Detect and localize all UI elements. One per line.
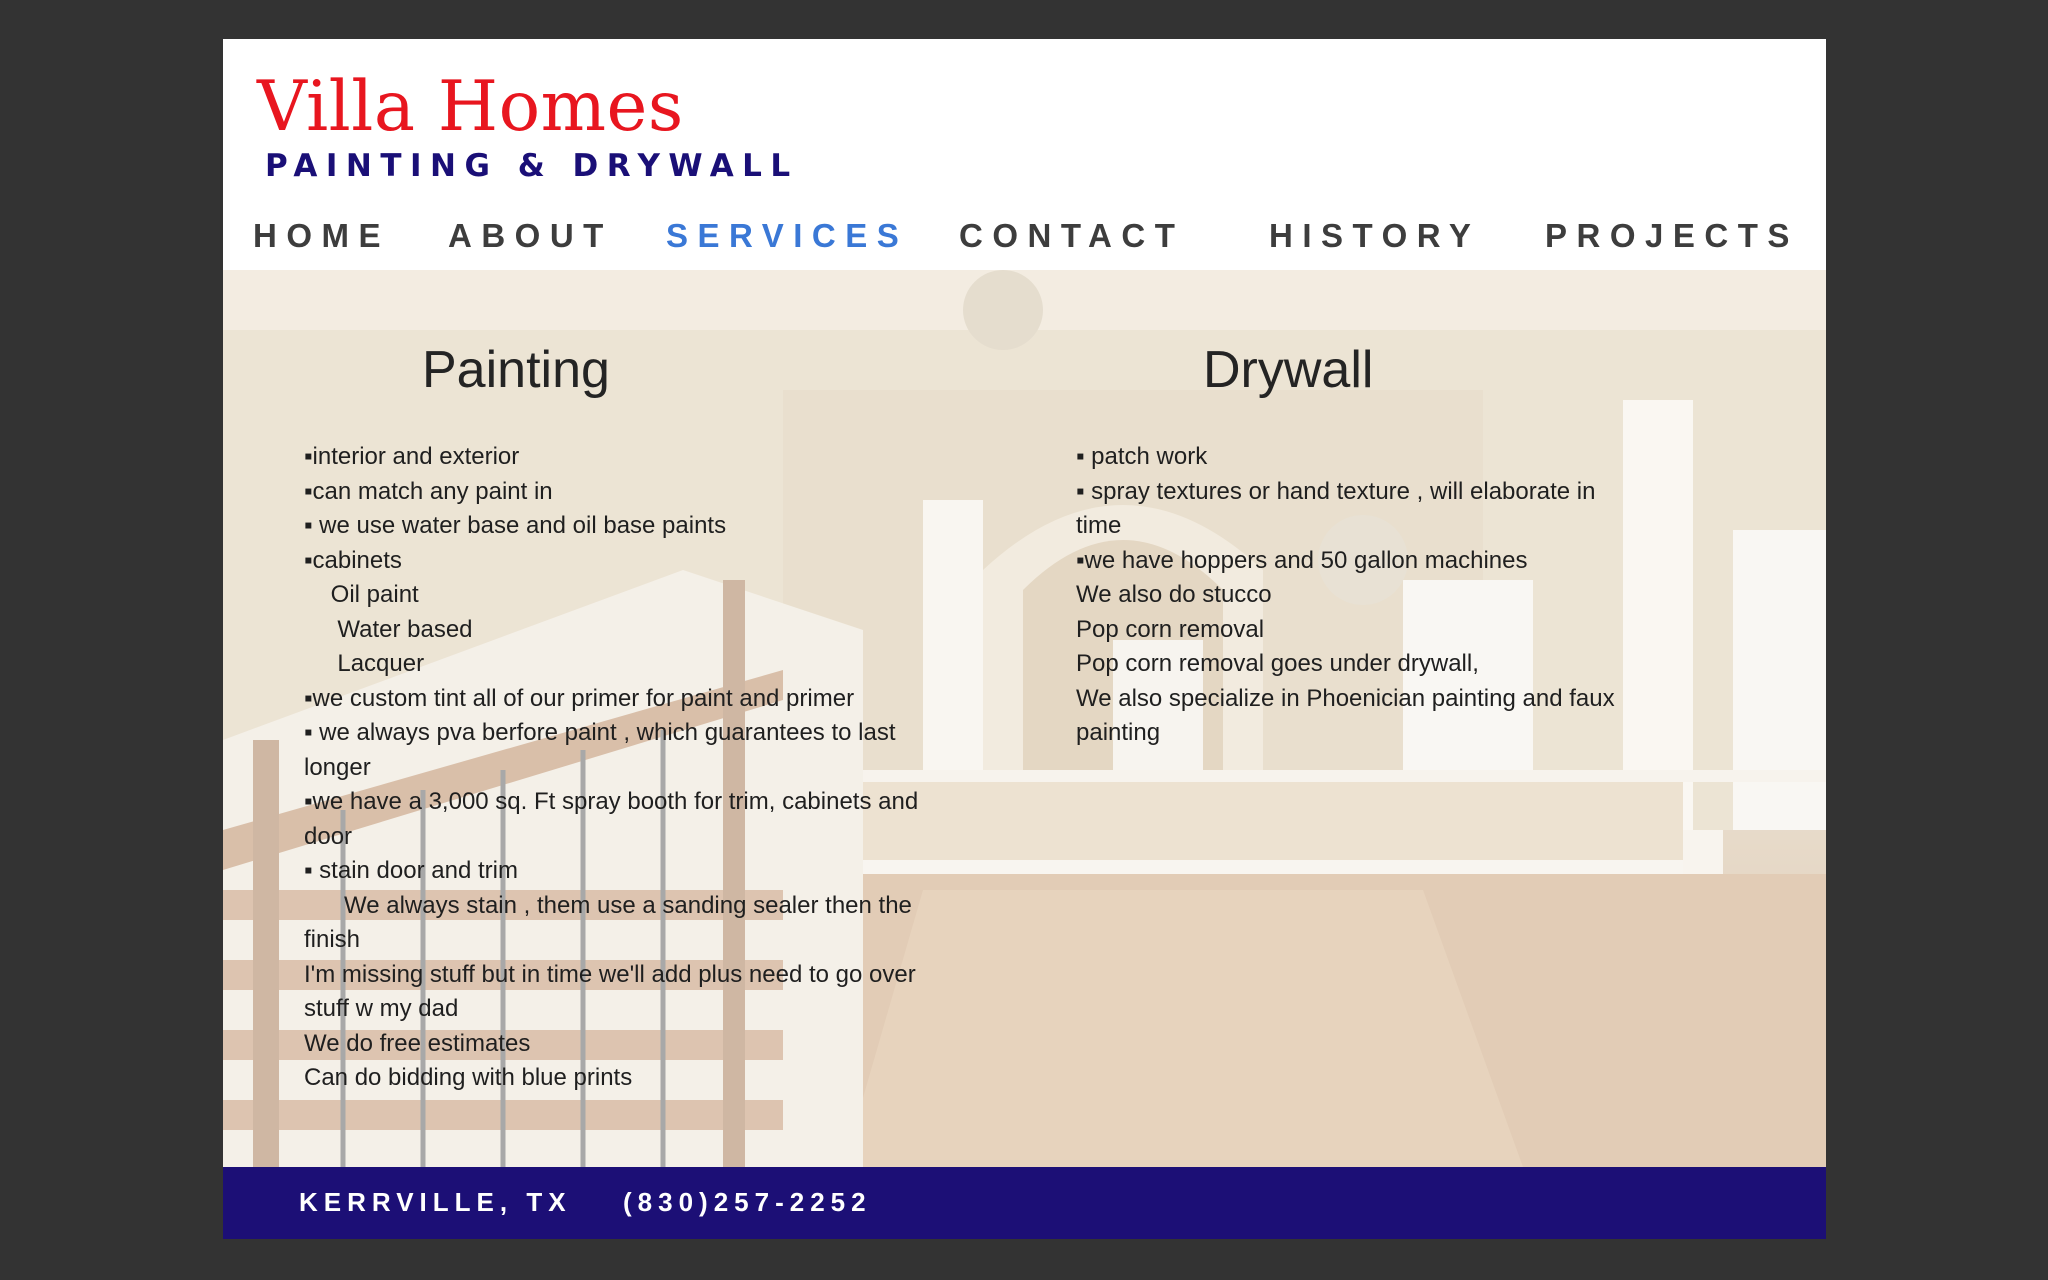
painting-list-item: ▪we custom tint all of our primer for pa… — [304, 684, 855, 712]
drywall-list-item: Pop corn removal goes under drywall, — [1076, 650, 1479, 677]
services-hero: Painting ▪interior and exterior ▪can matc… — [223, 270, 1826, 1167]
painting-list-item: ▪cabinets — [304, 546, 402, 574]
painting-list-item: longer — [304, 753, 371, 781]
nav-history[interactable]: HISTORY — [1269, 219, 1480, 252]
footer-location: KERRVILLE, TX — [299, 1187, 572, 1217]
drywall-list-item: We also specialize in Phoenician paintin… — [1076, 684, 1615, 712]
painting-list-item: ▪can match any paint in — [304, 477, 553, 505]
painting-list-item: stuff w my dad — [304, 995, 459, 1022]
drywall-heading: Drywall — [1203, 341, 1374, 399]
nav-projects[interactable]: PROJECTS — [1545, 219, 1799, 252]
painting-list-item: Water based — [304, 615, 473, 643]
page-container: Villa Homes PAINTING & DRYWALL HOME ABOU… — [223, 39, 1826, 1239]
nav-contact[interactable]: CONTACT — [959, 219, 1184, 252]
drywall-list-item: painting — [1076, 719, 1161, 746]
footer-phone[interactable]: (830)257-2252 — [623, 1189, 872, 1215]
drywall-list-item: ▪ patch work — [1076, 443, 1208, 470]
painting-list-item: ▪ we use water base and oil base paints — [304, 512, 727, 539]
brand-title: Villa Homes — [257, 67, 684, 147]
painting-list-item: We do free estimates — [304, 1029, 531, 1057]
painting-list-item: finish — [304, 926, 361, 953]
drywall-list-item: time — [1076, 512, 1122, 539]
painting-list-item: door — [304, 822, 353, 850]
painting-list-item: ▪interior and exterior — [304, 443, 520, 470]
nav-home[interactable]: HOME — [253, 219, 390, 252]
painting-list-item: I'm missing stuff but in time we'll add … — [304, 960, 916, 988]
nav-about[interactable]: ABOUT — [448, 219, 613, 252]
drywall-list-item: We also do stucco — [1076, 581, 1272, 608]
painting-list-item: We always stain , them use a sanding sea… — [304, 891, 912, 919]
painting-heading: Painting — [422, 341, 610, 399]
painting-list-item: Oil paint — [304, 581, 419, 608]
footer-bar: KERRVILLE, TX (830)257-2252 — [223, 1167, 1826, 1239]
painting-list-item: Can do bidding with blue prints — [304, 1064, 633, 1091]
painting-list-item: ▪ we always pva berfore paint , which gu… — [304, 719, 896, 746]
brand-subtitle: PAINTING & DRYWALL — [265, 148, 799, 184]
nav-services[interactable]: SERVICES — [666, 219, 908, 252]
drywall-list: ▪ patch work ▪ spray textures or hand tex… — [1076, 440, 1636, 751]
painting-list-item: ▪ stain door and trim — [304, 857, 518, 884]
painting-list-item: ▪we have a 3,000 sq. Ft spray booth for … — [304, 788, 919, 815]
drywall-list-item: Pop corn removal — [1076, 615, 1265, 643]
drywall-list-item: ▪we have hoppers and 50 gallon machines — [1076, 546, 1528, 574]
drywall-list-item: ▪ spray textures or hand texture , will … — [1076, 477, 1596, 505]
painting-list-item: Lacquer — [304, 650, 425, 677]
painting-list: ▪interior and exterior ▪can match any pai… — [304, 440, 944, 1096]
